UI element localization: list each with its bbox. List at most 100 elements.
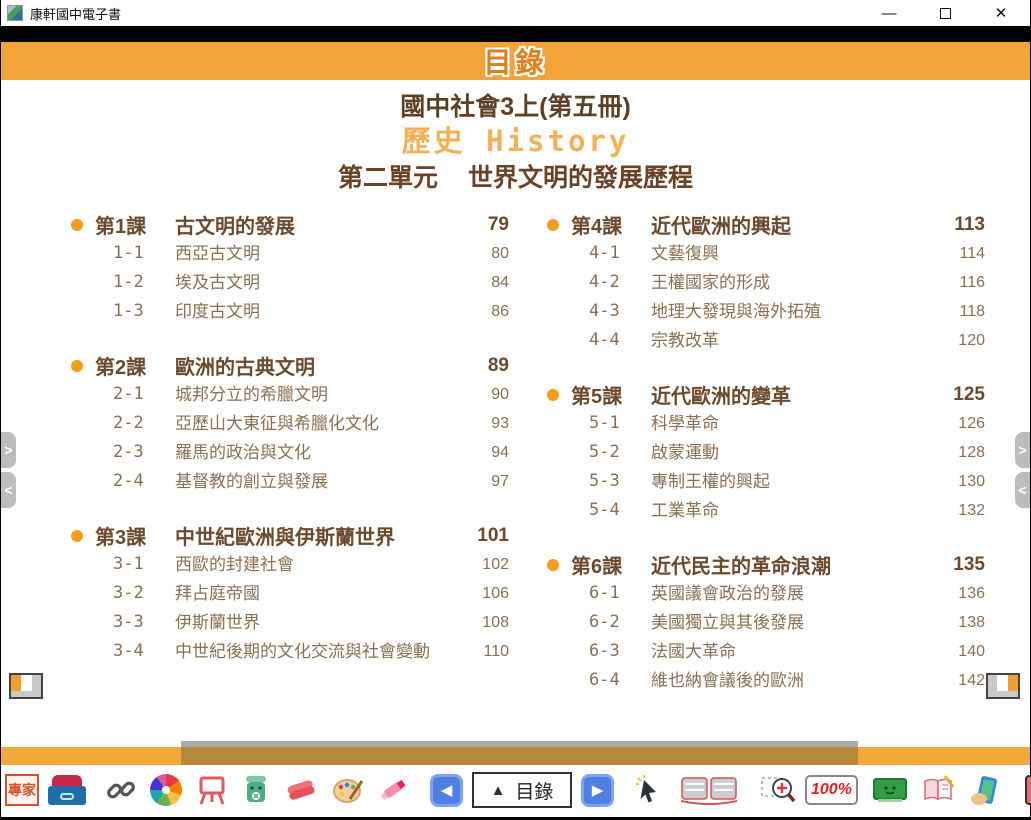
- toc-item[interactable]: 3-2拜占庭帝國106: [57, 581, 509, 610]
- workbook-icon[interactable]: [922, 775, 956, 805]
- toc-item[interactable]: 6-1英國議會政治的發展136: [533, 581, 985, 610]
- toc-item[interactable]: 6-3法國大革命140: [533, 639, 985, 668]
- toc-lesson-heading[interactable]: 第2課歐洲的古典文明89: [57, 349, 509, 382]
- lesson-label: 第6課: [571, 550, 651, 579]
- scrollbar-thumb[interactable]: [181, 741, 858, 765]
- toc-item-page-number: 114: [929, 241, 985, 266]
- trash-robot-icon[interactable]: [242, 774, 270, 806]
- page-corner-right-icon[interactable]: [986, 673, 1020, 699]
- toc-item[interactable]: 5-4工業革命132: [533, 498, 985, 527]
- toc-item[interactable]: 4-2王權國家的形成116: [533, 270, 985, 299]
- toc-item[interactable]: 6-2美國獨立與其後發展138: [533, 610, 985, 639]
- toc-item[interactable]: 3-4中世紀後期的文化交流與社會變動110: [57, 639, 509, 668]
- toc-item[interactable]: 4-3地理大發現與海外拓殖118: [533, 299, 985, 328]
- next-page-button[interactable]: ▶: [581, 774, 614, 807]
- eraser-icon[interactable]: [284, 775, 318, 805]
- zoom-level-badge[interactable]: 100%: [805, 775, 858, 805]
- edge-prev-button-right[interactable]: <: [1015, 472, 1030, 508]
- window-title: 康軒國中電子書: [30, 4, 121, 23]
- toc-column-right: 第4課近代歐洲的興起1134-1文藝復興1144-2王權國家的形成1164-3地…: [533, 208, 985, 718]
- page-corner-left-icon[interactable]: [9, 673, 43, 699]
- toc-item[interactable]: 2-1城邦分立的希臘文明90: [57, 382, 509, 411]
- toc-lesson-heading[interactable]: 第1課古文明的發展79: [57, 208, 509, 241]
- toc-item-title: 羅馬的政治與文化: [175, 440, 453, 465]
- toc-item-title: 王權國家的形成: [651, 270, 929, 295]
- toc-lesson-heading[interactable]: 第3課中世紀歐洲與伊斯蘭世界101: [57, 519, 509, 552]
- toc-item-page-number: 97: [453, 469, 509, 494]
- toc-item[interactable]: 3-1西歐的封建社會102: [57, 552, 509, 581]
- corner-base: [11, 691, 41, 697]
- toc-item-number: 3-4: [113, 639, 175, 664]
- toc-item[interactable]: 1-2埃及古文明84: [57, 270, 509, 299]
- edge-next-button-right[interactable]: >: [1015, 432, 1030, 468]
- horizontal-scrollbar[interactable]: [1, 747, 1030, 765]
- toc-item[interactable]: 3-3伊斯蘭世界108: [57, 610, 509, 639]
- single-page-view-icon[interactable]: [1024, 774, 1031, 806]
- toc-item-number: 6-3: [589, 639, 651, 664]
- toc-item-number: 4-1: [589, 241, 651, 266]
- toc-item-title: 城邦分立的希臘文明: [175, 382, 453, 407]
- app-window: 康軒國中電子書 — ✕ 目錄 國中社會3上(第五冊) 歷史 History 第二…: [0, 0, 1031, 820]
- window-maximize-button[interactable]: [930, 2, 960, 24]
- toc-item[interactable]: 4-4宗教改革120: [533, 328, 985, 357]
- toc-item-page-number: 142: [929, 668, 985, 693]
- toc-item-number: 4-2: [589, 270, 651, 295]
- toc-item-title: 法國大革命: [651, 639, 929, 664]
- toc-item-page-number: 108: [453, 610, 509, 635]
- toc-item-number: 1-3: [113, 299, 175, 324]
- toc-item[interactable]: 1-1西亞古文明80: [57, 241, 509, 270]
- toc-lesson-heading[interactable]: 第4課近代歐洲的興起113: [533, 208, 985, 241]
- blackboard-icon[interactable]: [872, 775, 908, 805]
- toc-item[interactable]: 5-3專制王權的興起130: [533, 469, 985, 498]
- lesson-page-number: 101: [453, 525, 509, 547]
- window-close-button[interactable]: ✕: [986, 2, 1016, 24]
- toc-item-number: 5-3: [589, 469, 651, 494]
- toc-item[interactable]: 5-1科學革命126: [533, 411, 985, 440]
- open-book-icon[interactable]: [678, 774, 740, 806]
- lesson-label: 第1課: [95, 210, 175, 239]
- zoom-area-icon[interactable]: [760, 774, 796, 806]
- toc-item[interactable]: 4-1文藝復興114: [533, 241, 985, 270]
- toc-lesson-heading[interactable]: 第6課近代民主的革命浪潮135: [533, 548, 985, 581]
- toc-item[interactable]: 6-4維也納會議後的歐洲142: [533, 668, 985, 697]
- cursor-tool-icon[interactable]: [634, 774, 664, 806]
- toc-item[interactable]: 2-4基督教的創立與發展97: [57, 469, 509, 498]
- expert-mode-button-left[interactable]: 專家: [5, 774, 39, 806]
- toc-item-page-number: 110: [453, 639, 509, 664]
- window-minimize-button[interactable]: —: [874, 2, 904, 24]
- toolbox-icon[interactable]: [48, 775, 86, 805]
- toc-item-page-number: 128: [929, 440, 985, 465]
- prev-page-button[interactable]: ◀: [430, 774, 463, 807]
- toc-item-page-number: 130: [929, 469, 985, 494]
- bullet-icon: [71, 530, 83, 542]
- toc-item-title: 中世紀後期的文化交流與社會變動: [175, 639, 453, 664]
- toc-item-number: 2-2: [113, 411, 175, 436]
- unit-title: 第二單元世界文明的發展歷程: [1, 160, 1030, 196]
- edge-next-button-left[interactable]: >: [1, 432, 16, 468]
- device-mirror-icon[interactable]: [970, 774, 1004, 806]
- page-selector[interactable]: ▲ 目錄: [472, 772, 572, 808]
- highlighter-icon[interactable]: [378, 775, 410, 805]
- toolbox-wrench: [60, 793, 74, 800]
- toc-lesson: 第5課近代歐洲的變革1255-1科學革命1265-2啟蒙運動1285-3專制王權…: [533, 378, 985, 527]
- toc-item[interactable]: 1-3印度古文明86: [57, 299, 509, 328]
- toc-item-title: 伊斯蘭世界: [175, 610, 453, 635]
- toc-lesson-heading[interactable]: 第5課近代歐洲的變革125: [533, 378, 985, 411]
- toc-lesson: 第2課歐洲的古典文明892-1城邦分立的希臘文明902-2亞歷山大東征與希臘化文…: [57, 349, 509, 498]
- corner-base: [988, 691, 1018, 697]
- toc-lesson: 第4課近代歐洲的興起1134-1文藝復興1144-2王權國家的形成1164-3地…: [533, 208, 985, 357]
- toc-item-title: 英國議會政治的發展: [651, 581, 929, 606]
- toc-item[interactable]: 5-2啟蒙運動128: [533, 440, 985, 469]
- bullet-icon: [71, 219, 83, 231]
- link-icon[interactable]: [106, 775, 136, 805]
- toc-banner: 目錄: [1, 42, 1030, 80]
- easel-icon[interactable]: [196, 774, 228, 806]
- palette-icon[interactable]: [332, 775, 364, 805]
- color-wheel-icon[interactable]: [150, 774, 182, 806]
- edge-prev-button-left[interactable]: <: [1, 472, 16, 508]
- bullet-icon: [547, 219, 559, 231]
- lesson-title: 近代民主的革命浪潮: [651, 550, 929, 579]
- toc-item[interactable]: 2-3羅馬的政治與文化94: [57, 440, 509, 469]
- toc-item[interactable]: 2-2亞歷山大東征與希臘化文化93: [57, 411, 509, 440]
- toc-item-page-number: 93: [453, 411, 509, 436]
